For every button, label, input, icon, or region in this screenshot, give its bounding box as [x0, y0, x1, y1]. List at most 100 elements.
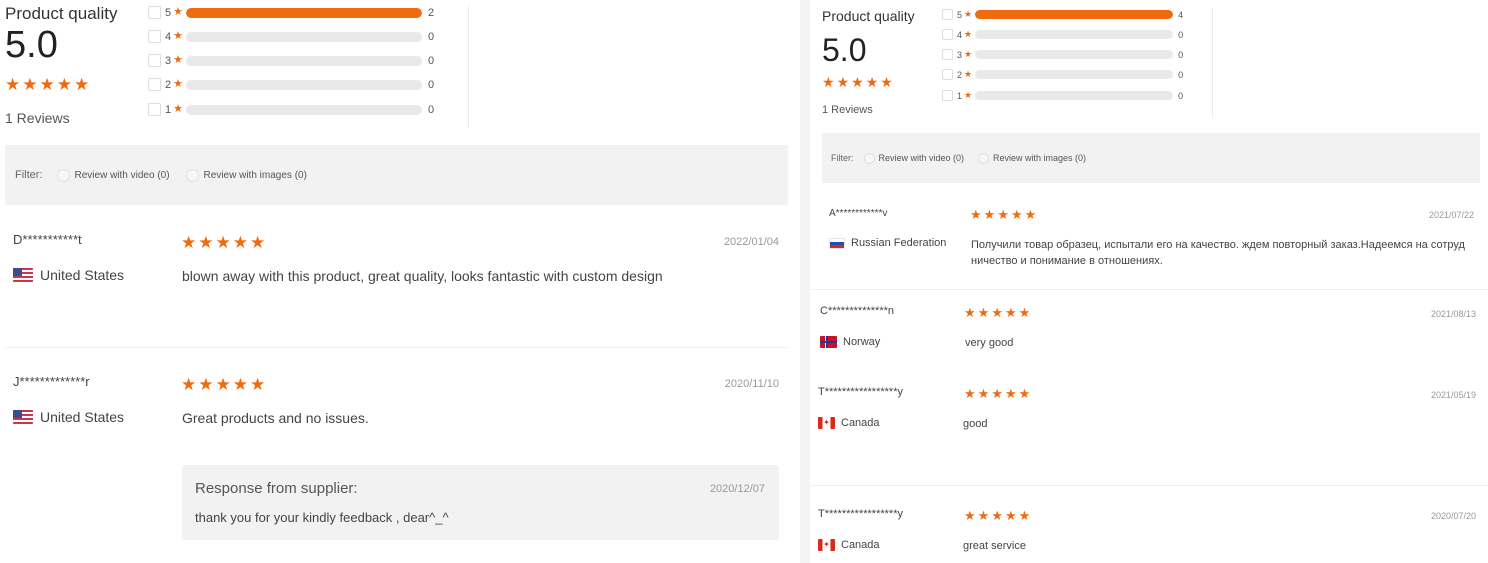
star-icon: ★ [181, 375, 197, 394]
histogram-stars-label: 5 [165, 6, 172, 19]
star-icon: ★ [215, 233, 231, 252]
filter-option-video[interactable]: Review with video (0) [863, 152, 964, 164]
star-icon: ★ [964, 305, 976, 320]
star-icon: ★ [964, 29, 973, 39]
rating-bar [975, 50, 1174, 59]
checkbox-icon[interactable] [942, 49, 953, 60]
reviewer-name: T*****************y [818, 386, 903, 398]
rating-bar-fill [186, 7, 422, 18]
star-icon: ★ [991, 386, 1003, 401]
histogram-row-1[interactable]: 1 ★ 0 [942, 90, 1183, 101]
checkbox-icon[interactable] [148, 54, 161, 67]
review-date: 2021/05/19 [1430, 390, 1476, 400]
histogram-stars-label: 1 [165, 103, 172, 116]
star-icon: ★ [250, 233, 266, 252]
checkbox-icon[interactable] [148, 78, 161, 91]
country-name: Russian Federation [851, 237, 947, 249]
review-date: 2020/07/20 [1430, 511, 1476, 521]
rating-bar [975, 91, 1174, 100]
review-separator [810, 485, 1488, 486]
histogram-row-3[interactable]: 3 ★ 0 [148, 54, 434, 67]
star-icon: ★ [173, 6, 183, 18]
radio-icon[interactable] [863, 152, 875, 164]
product-quality-title: Product quality [822, 8, 915, 24]
histogram-count: 0 [428, 30, 435, 43]
star-icon: ★ [215, 375, 231, 394]
filter-option-video[interactable]: Review with video (0) [56, 168, 170, 182]
review-stars: ★ ★ ★ ★ ★ [181, 234, 265, 251]
star-icon: ★ [1004, 386, 1017, 401]
star-icon: ★ [1004, 305, 1017, 320]
average-stars: ★ ★ ★ ★ ★ [822, 75, 893, 89]
radio-icon[interactable] [185, 168, 199, 182]
histogram-row-1[interactable]: 1 ★ 0 [148, 103, 434, 116]
reviewer-name: T*****************y [818, 508, 903, 520]
histogram-row-5[interactable]: 5 ★ 2 [148, 6, 434, 19]
radio-icon[interactable] [56, 168, 70, 182]
checkbox-icon[interactable] [942, 9, 953, 20]
country-name: Canada [841, 417, 880, 429]
response-title: Response from supplier: [195, 480, 358, 497]
filter-bar: Filter: Review with video (0) Review wit… [822, 133, 1480, 183]
star-icon: ★ [1018, 386, 1031, 401]
histogram-count: 4 [1178, 9, 1184, 20]
histogram-stars-label: 1 [957, 90, 963, 101]
histogram-stars-label: 4 [957, 29, 963, 40]
star-icon: ★ [1004, 508, 1017, 523]
star-icon: ★ [964, 69, 973, 79]
checkbox-icon[interactable] [942, 90, 953, 101]
star-icon: ★ [977, 508, 990, 523]
review-text: Great products and no issues. [182, 410, 369, 426]
response-date: 2020/12/07 [709, 483, 765, 495]
star-icon: ★ [1024, 207, 1037, 222]
histogram-count: 0 [428, 54, 435, 67]
flag-icon: ✦ [818, 539, 835, 551]
filter-option-images-label: Review with images (0) [203, 169, 307, 181]
star-icon: ★ [173, 54, 183, 66]
radio-icon[interactable] [978, 152, 990, 164]
rating-bar [975, 30, 1174, 39]
star-icon: ★ [964, 49, 973, 59]
review-separator [5, 347, 788, 348]
star-icon: ★ [964, 9, 973, 19]
histogram-stars-label: 2 [165, 78, 172, 91]
checkbox-icon[interactable] [148, 30, 161, 43]
review-stars: ★ ★ ★ ★ ★ [970, 208, 1036, 221]
reviewer-name: D***********t [13, 232, 82, 247]
filter-label: Filter: [15, 169, 43, 181]
histogram-row-2[interactable]: 2 ★ 0 [942, 69, 1183, 80]
checkbox-icon[interactable] [148, 6, 161, 19]
star-icon: ★ [964, 508, 976, 523]
review-text: very good [965, 337, 1014, 349]
histogram-row-4[interactable]: 4 ★ 0 [942, 29, 1183, 40]
star-icon: ★ [232, 233, 248, 252]
rating-bar [186, 104, 422, 115]
star-icon: ★ [822, 74, 835, 90]
review-text: great service [963, 540, 1026, 552]
flag-icon [829, 237, 845, 249]
star-icon: ★ [1018, 305, 1031, 320]
histogram-row-2[interactable]: 2 ★ 0 [148, 78, 434, 91]
star-icon: ★ [977, 305, 990, 320]
country-name: Canada [841, 539, 880, 551]
histogram-count: 0 [428, 78, 435, 91]
star-icon: ★ [964, 386, 976, 401]
star-icon: ★ [1018, 508, 1031, 523]
histogram-stars-label: 2 [957, 69, 963, 80]
histogram-count: 0 [1178, 29, 1184, 40]
star-icon: ★ [22, 75, 38, 94]
histogram-row-4[interactable]: 4 ★ 0 [148, 30, 434, 43]
checkbox-icon[interactable] [942, 29, 953, 40]
checkbox-icon[interactable] [148, 103, 161, 116]
checkbox-icon[interactable] [942, 69, 953, 80]
review-date: 2020/11/10 [724, 378, 779, 390]
rating-bar [186, 7, 422, 18]
star-icon: ★ [198, 375, 214, 394]
histogram-row-5[interactable]: 5 ★ 4 [942, 9, 1183, 20]
reviewer-country: United States [13, 409, 124, 425]
filter-option-images[interactable]: Review with images (0) [978, 152, 1086, 164]
filter-option-images[interactable]: Review with images (0) [185, 168, 307, 182]
product-quality-title: Product quality [5, 4, 118, 23]
histogram-row-3[interactable]: 3 ★ 0 [942, 49, 1183, 60]
star-icon: ★ [232, 375, 248, 394]
